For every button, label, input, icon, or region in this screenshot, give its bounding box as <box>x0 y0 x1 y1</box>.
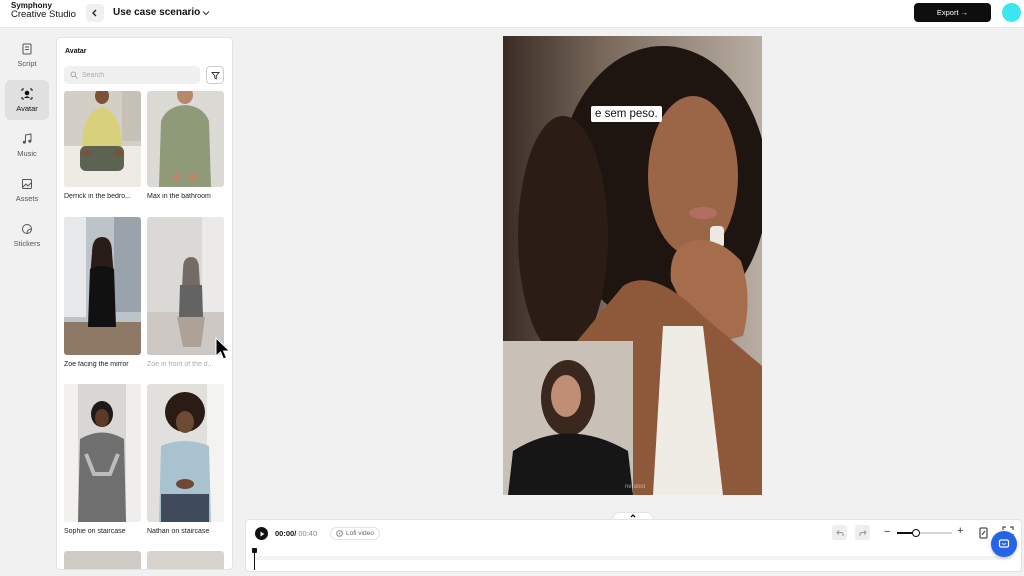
avatar-card-zoe-mirror[interactable]: Zoe facing the mirror <box>64 217 141 368</box>
music-note-icon <box>22 132 32 144</box>
avatar-icon <box>21 88 33 99</box>
chat-support-button[interactable] <box>991 531 1017 557</box>
back-button[interactable] <box>86 4 104 22</box>
fit-screen-icon[interactable] <box>979 527 988 539</box>
rail-label: Script <box>17 58 37 68</box>
avatar-card-derrick[interactable]: Derrick in the bedro... <box>64 91 141 200</box>
avatar-card-partial[interactable] <box>64 551 141 569</box>
rail-item-avatar[interactable]: Avatar <box>5 80 49 120</box>
rail-item-script[interactable]: Script <box>5 35 49 75</box>
search-box[interactable] <box>64 66 200 84</box>
export-label: Export → <box>936 8 969 17</box>
zoom-slider-knob[interactable] <box>912 529 921 537</box>
panel-title: Avatar <box>65 48 87 55</box>
brand-logo[interactable]: Symphony Creative Studio <box>11 1 76 21</box>
avatar-card-zoe-door[interactable]: Zoe in front of the d... <box>147 217 224 368</box>
music-track-badge[interactable]: Lofi video <box>330 527 380 540</box>
chevron-down-icon[interactable] <box>200 7 212 19</box>
current-time: 00:00 <box>275 529 295 538</box>
avatar-card-label: Zoe facing the mirror <box>64 361 129 368</box>
music-disc-icon <box>336 530 343 537</box>
avatar-thumbnail <box>64 217 141 355</box>
chevron-left-icon <box>92 9 97 17</box>
avatar-card-partial[interactable] <box>147 551 224 569</box>
rail-item-assets[interactable]: Assets <box>5 170 49 210</box>
avatar-card-label: Nathan on staircase <box>147 528 210 535</box>
rail-label: Assets <box>15 193 39 203</box>
avatar-thumbnail <box>64 384 141 522</box>
total-time: 00:40 <box>298 529 318 538</box>
video-canvas[interactable]: nerated <box>503 36 762 495</box>
chat-icon <box>998 539 1010 548</box>
rail-label: Music <box>17 148 37 158</box>
filter-icon <box>210 71 220 80</box>
music-track-label: Lofi video <box>346 530 374 537</box>
rail-item-music[interactable]: Music <box>5 125 49 165</box>
user-avatar[interactable] <box>1002 3 1021 22</box>
timeline-track[interactable] <box>254 556 1012 560</box>
export-button[interactable]: Export → <box>914 3 991 22</box>
avatar-card-label: Sophie on staircase <box>64 528 126 535</box>
avatar-panel: Avatar Derrick in the bedro... <box>56 37 233 570</box>
mouse-cursor-icon <box>215 337 231 360</box>
avatar-thumbnail <box>147 217 224 355</box>
avatar-card-sophie[interactable]: Sophie on staircase <box>64 384 141 535</box>
timeline-panel: 00:00/ 00:40 Lofi video − + <box>245 519 1022 572</box>
search-icon <box>70 71 78 79</box>
avatar-card-max[interactable]: Max in the bathroom <box>147 91 224 200</box>
time-separator: / <box>294 529 297 538</box>
avatar-thumbnail <box>64 551 141 569</box>
rail-label: Avatar <box>16 103 38 113</box>
search-input[interactable] <box>82 71 192 79</box>
filter-button[interactable] <box>206 66 224 84</box>
play-icon <box>260 531 264 536</box>
watermark: nerated <box>625 484 645 490</box>
avatar-card-label: Max in the bathroom <box>147 193 211 200</box>
avatar-card-nathan[interactable]: Nathan on staircase <box>147 384 224 535</box>
redo-button[interactable] <box>855 525 870 540</box>
project-title[interactable]: Use case scenario <box>113 7 200 18</box>
avatar-thumbnail <box>64 91 141 187</box>
zoom-slider[interactable] <box>897 529 952 537</box>
zoom-in-button[interactable]: + <box>957 525 963 537</box>
redo-icon <box>859 529 867 536</box>
sticker-icon <box>22 223 32 234</box>
playhead[interactable] <box>252 548 257 570</box>
time-display: 00:00/ 00:40 <box>275 529 317 538</box>
avatar-card-label: Derrick in the bedro... <box>64 193 131 200</box>
brand-product: Creative Studio <box>11 9 76 21</box>
undo-icon <box>835 529 843 536</box>
caption-overlay[interactable]: e sem peso. <box>591 106 662 122</box>
script-icon <box>22 43 32 54</box>
rail-item-stickers[interactable]: Stickers <box>5 215 49 255</box>
avatar-thumbnail <box>147 91 224 187</box>
avatar-card-label: Zoe in front of the d... <box>147 361 214 368</box>
top-bar: Symphony Creative Studio Use case scenar… <box>0 0 1024 28</box>
rail-label: Stickers <box>13 238 41 248</box>
video-frame: nerated <box>503 36 762 495</box>
undo-button[interactable] <box>832 525 847 540</box>
zoom-out-button[interactable]: − <box>884 526 890 538</box>
image-icon <box>22 178 32 189</box>
avatar-thumbnail <box>147 551 224 569</box>
play-button[interactable] <box>255 527 268 540</box>
left-rail: Script Avatar Music Assets Stickers <box>0 29 54 576</box>
avatar-thumbnail <box>147 384 224 522</box>
